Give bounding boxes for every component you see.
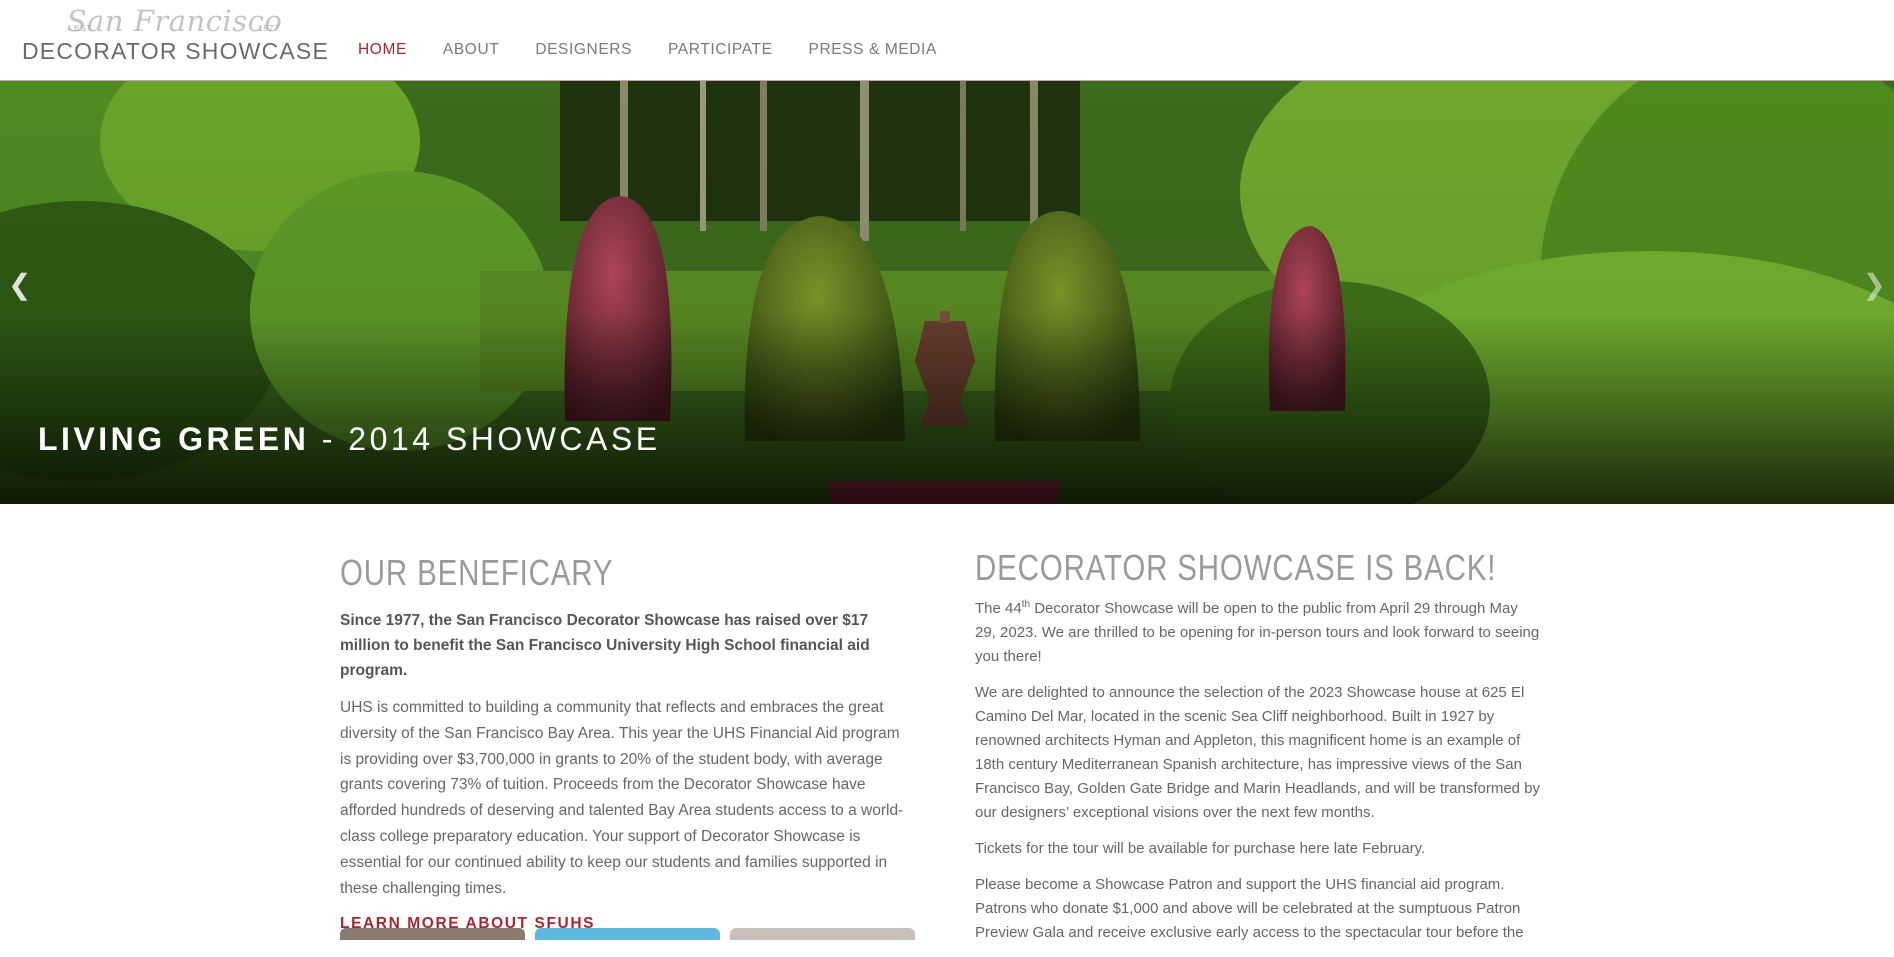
- hero-carousel: ❮ ❯ LIVING GREEN - 2014 SHOWCASE: [0, 81, 1894, 504]
- news-p1-start: The 44: [975, 600, 1022, 617]
- logo-est-text: EST: [74, 24, 93, 33]
- news-section: DECORATOR SHOWCASE IS BACK! The 44th Dec…: [975, 547, 1540, 957]
- news-paragraph-4: Please become a Showcase Patron and supp…: [975, 876, 1524, 941]
- nav-designers[interactable]: DESIGNERS: [535, 41, 632, 59]
- site-logo[interactable]: San Francisco EST 1977 DECORATOR SHOWCAS…: [22, 4, 329, 70]
- news-paragraph-1: The 44th Decorator Showcase will be open…: [975, 597, 1540, 669]
- hero-title-bold: LIVING GREEN: [38, 421, 310, 457]
- nav-about[interactable]: ABOUT: [443, 41, 499, 59]
- carousel-next-button[interactable]: ❯: [1863, 271, 1886, 299]
- logo-name-text: DECORATOR SHOWCASE: [22, 38, 329, 64]
- hero-caption: LIVING GREEN - 2014 SHOWCASE: [38, 421, 661, 458]
- beneficiary-body: UHS is committed to building a community…: [340, 699, 904, 897]
- nav-participate[interactable]: PARTICIPATE: [668, 41, 773, 59]
- nav-home[interactable]: HOME: [358, 41, 407, 59]
- logo-year-text: 1977: [258, 24, 280, 33]
- news-p1-end: Decorator Showcase will be open to the p…: [975, 600, 1540, 665]
- site-header: San Francisco EST 1977 DECORATOR SHOWCAS…: [0, 0, 1894, 81]
- beneficiary-thumbnails: [340, 928, 925, 940]
- beneficiary-heading: OUR BENEFICARY: [340, 552, 614, 593]
- thumbnail-image[interactable]: [730, 928, 915, 940]
- news-paragraph-2: We are delighted to announce the selecti…: [975, 684, 1541, 821]
- thumbnail-image[interactable]: [340, 928, 525, 940]
- hero-title-rest: - 2014 SHOWCASE: [309, 421, 661, 457]
- beneficiary-lead: Since 1977, the San Francisco Decorator …: [340, 612, 870, 679]
- beneficiary-section: OUR BENEFICARY Since 1977, the San Franc…: [340, 552, 915, 933]
- nav-press-media[interactable]: PRESS & MEDIA: [809, 41, 937, 59]
- carousel-prev-button[interactable]: ❮: [8, 271, 31, 299]
- thumbnail-image[interactable]: [535, 928, 720, 940]
- news-heading: DECORATOR SHOWCASE IS BACK!: [975, 547, 1497, 588]
- chevron-right-icon: ❯: [1862, 269, 1886, 300]
- news-paragraph-3: Tickets for the tour will be available f…: [975, 840, 1426, 857]
- logo-script-text: San Francisco: [66, 4, 283, 38]
- chevron-left-icon: ❮: [8, 269, 32, 300]
- main-nav: HOME ABOUT DESIGNERS PARTICIPATE PRESS &…: [358, 41, 973, 59]
- news-p1-superscript: th: [1021, 599, 1031, 610]
